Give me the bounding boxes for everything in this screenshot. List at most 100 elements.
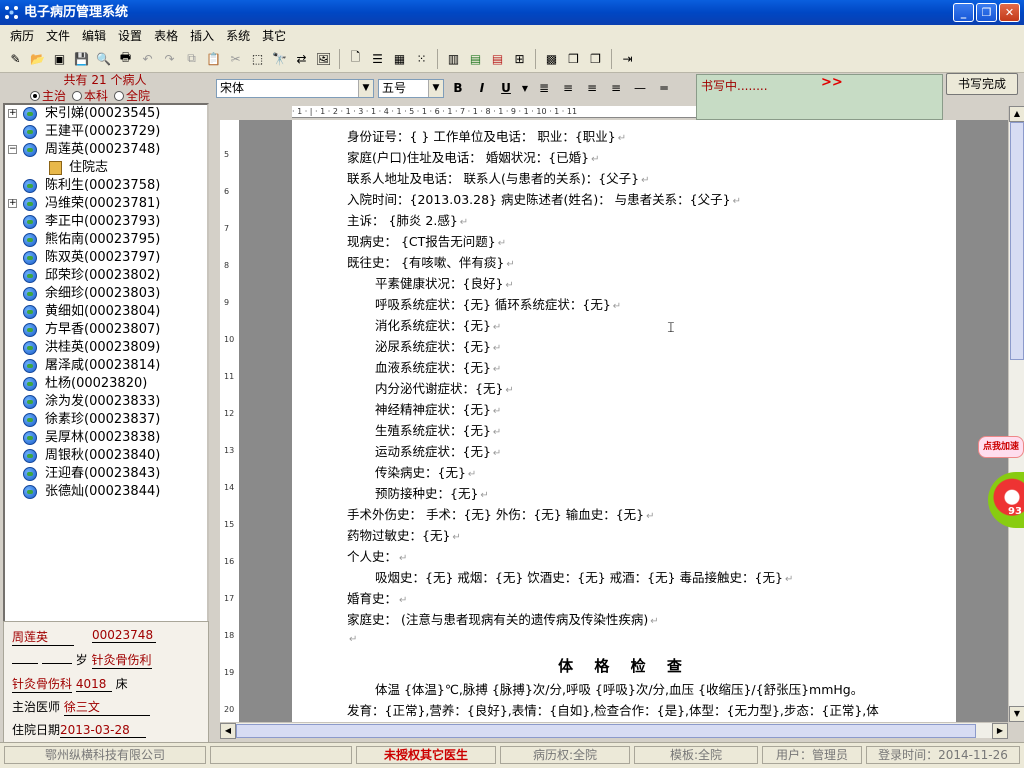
table-grid-icon[interactable]: ▦: [390, 49, 409, 68]
document-line[interactable]: 内分泌代谢症状：{无} ↵: [375, 378, 514, 397]
find-icon[interactable]: 🔭: [270, 49, 289, 68]
page-layout-icon[interactable]: ❒: [564, 49, 583, 68]
line-icon[interactable]: —: [630, 79, 650, 98]
scroll-down-icon[interactable]: ▼: [1009, 706, 1024, 722]
copy-pages-icon[interactable]: ❐: [586, 49, 605, 68]
document-line[interactable]: 神经精神症状：{无} ↵: [375, 399, 501, 418]
patient-tree-item[interactable]: 方早香(00023807): [5, 321, 207, 339]
patient-tree-item[interactable]: 涂为发(00023833): [5, 393, 207, 411]
document-line[interactable]: 生殖系统症状：{无} ↵: [375, 420, 501, 439]
chevron-down-icon[interactable]: ▼: [428, 79, 443, 97]
menu-other[interactable]: 其它: [256, 27, 292, 44]
finish-writing-button[interactable]: 书写完成: [946, 73, 1018, 95]
document-line[interactable]: 吸烟史：{无} 戒烟：{无} 饮酒史：{无} 戒酒：{无} 毒品接触史：{无} ↵: [375, 567, 793, 586]
tree-structure-icon[interactable]: ⊞: [510, 49, 529, 68]
document-line[interactable]: 预防接种史：{无} ↵: [375, 483, 489, 502]
redo-icon[interactable]: ↷: [160, 49, 179, 68]
tree-child-item[interactable]: 住院志: [5, 159, 207, 177]
document-line[interactable]: 消化系统症状：{无} ↵: [375, 315, 501, 334]
patient-tree-item[interactable]: 周银秋(00023840): [5, 447, 207, 465]
patient-tree-item[interactable]: 屠泽咸(00023814): [5, 357, 207, 375]
patient-tree-item[interactable]: + 宋引娣(00023545): [5, 105, 207, 123]
save-as-icon[interactable]: ▣: [50, 49, 69, 68]
new-document-icon[interactable]: 🗋: [346, 49, 365, 68]
patient-tree-item[interactable]: 李正中(00023793): [5, 213, 207, 231]
font-family-select[interactable]: 宋体 ▼: [216, 78, 374, 98]
document-line[interactable]: 家庭史： (注意与患者现病有关的遗传病及传染性疾病) ↵: [347, 609, 659, 628]
exam-line[interactable]: 体温 {体温}℃,脉搏 {脉搏}次/分,呼吸 {呼吸}次/分,血压 {收缩压}/…: [375, 679, 863, 698]
bold-button[interactable]: B: [448, 79, 468, 98]
horizontal-scrollbar[interactable]: ◀ ▶: [220, 722, 1008, 739]
radio-icon[interactable]: [30, 90, 40, 101]
radio-icon[interactable]: [114, 90, 125, 101]
scroll-up-icon[interactable]: ▲: [1009, 106, 1024, 122]
print-preview-icon[interactable]: 🔍: [94, 49, 113, 68]
patient-tree-item[interactable]: 张德灿(00023844): [5, 483, 207, 501]
patient-tree-item[interactable]: + 冯维荣(00023781): [5, 195, 207, 213]
scroll-left-icon[interactable]: ◀: [220, 723, 236, 739]
underline-button[interactable]: U: [496, 79, 516, 98]
menu-settings[interactable]: 设置: [112, 27, 148, 44]
document-line[interactable]: 血液系统症状：{无} ↵: [375, 357, 501, 376]
document-line[interactable]: 泌尿系统症状：{无} ↵: [375, 336, 501, 355]
menu-file[interactable]: 文件: [40, 27, 76, 44]
filter-department[interactable]: 本科: [72, 87, 108, 104]
patient-tree-item[interactable]: 杜杨(00023820): [5, 375, 207, 393]
speedup-label[interactable]: 点我加速: [978, 436, 1024, 458]
exit-icon[interactable]: ⇥: [618, 49, 637, 68]
align-left-icon[interactable]: ≡: [558, 79, 578, 98]
expand-icon[interactable]: +: [8, 109, 17, 118]
speedup-ball-widget[interactable]: 点我加速 93: [978, 436, 1024, 536]
open-folder-icon[interactable]: 📂: [28, 49, 47, 68]
print-icon[interactable]: 🖶: [116, 49, 135, 68]
select-all-icon[interactable]: ⬚: [248, 49, 267, 68]
patient-tree-item[interactable]: 余细珍(00023803): [5, 285, 207, 303]
table-lines-icon[interactable]: ☰: [368, 49, 387, 68]
patient-tree-item[interactable]: 熊佑南(00023795): [5, 231, 207, 249]
italic-button[interactable]: I: [472, 79, 492, 98]
menu-system[interactable]: 系统: [220, 27, 256, 44]
patient-tree[interactable]: + 宋引娣(00023545) 王建平(00023729) − 周莲英(00023748…: [3, 103, 209, 689]
undo-icon[interactable]: ↶: [138, 49, 157, 68]
document-line[interactable]: ↵: [347, 630, 357, 645]
patient-tree-item[interactable]: 吴厚林(00023838): [5, 429, 207, 447]
document-line[interactable]: 传染病史：{无} ↵: [375, 462, 476, 481]
expand-arrows-icon[interactable]: >>: [821, 75, 843, 90]
document-line[interactable]: 入院时间：{2013.03.28} 病史陈述者(姓名)： 与患者关系：{父子} ↵: [347, 189, 741, 208]
exam-line[interactable]: 发育：{正常},营养：{良好},表情：{自如},检查合作：{是},体型：{无力型…: [347, 700, 879, 719]
close-button[interactable]: ✕: [999, 3, 1020, 22]
document-page[interactable]: 体 格 检 查 𝙸 身份证号：{ } 工作单位及电话： 职业：{职业} ↵ 家庭(户…: [292, 120, 956, 722]
align-justify-icon[interactable]: ≣: [534, 79, 554, 98]
expand-icon[interactable]: +: [8, 199, 17, 208]
underline-dropdown[interactable]: ▼: [520, 79, 530, 98]
patient-tree-item[interactable]: 王建平(00023729): [5, 123, 207, 141]
document-line[interactable]: 身份证号：{ } 工作单位及电话： 职业：{职业} ↵: [347, 126, 626, 145]
patient-tree-item[interactable]: 陈双英(00023797): [5, 249, 207, 267]
replace-icon[interactable]: ⇄: [292, 49, 311, 68]
patient-tree-item[interactable]: 陈利生(00023758): [5, 177, 207, 195]
save-icon[interactable]: 💾: [72, 49, 91, 68]
dots-grid-icon[interactable]: ⁙: [412, 49, 431, 68]
document-line[interactable]: 药物过敏史：{无} ↵: [347, 525, 461, 544]
edit-record-icon[interactable]: ✎: [6, 49, 25, 68]
patient-tree-item[interactable]: 洪桂英(00023809): [5, 339, 207, 357]
green-table-icon[interactable]: ▤: [466, 49, 485, 68]
menu-edit[interactable]: 编辑: [76, 27, 112, 44]
vertical-scrollbar[interactable]: ▲ ▼: [1008, 106, 1024, 722]
document-line[interactable]: 联系人地址及电话： 联系人(与患者的关系)：{父子} ↵: [347, 168, 650, 187]
menu-insert[interactable]: 插入: [184, 27, 220, 44]
document-line[interactable]: 手术外伤史： 手术：{无} 外伤：{无} 输血史：{无} ↵: [347, 504, 655, 523]
insert-image-icon[interactable]: 🖼: [314, 49, 333, 68]
filter-attending[interactable]: 主治: [30, 87, 66, 104]
filter-hospital[interactable]: 全院: [114, 87, 150, 104]
paste-icon[interactable]: 📋: [204, 49, 223, 68]
document-line[interactable]: 平素健康状况：{良好} ↵: [375, 273, 514, 292]
menu-record[interactable]: 病历: [4, 27, 40, 44]
double-line-icon[interactable]: ═: [654, 79, 674, 98]
document-line[interactable]: 呼吸系统症状：{无} 循环系统症状：{无} ↵: [375, 294, 621, 313]
document-line[interactable]: 主诉： {肺炎 2.感} ↵: [347, 210, 468, 229]
document-line[interactable]: 家庭(户口)住址及电话： 婚姻状况：{已婚} ↵: [347, 147, 600, 166]
document-line[interactable]: 个人史： ↵: [347, 546, 407, 565]
red-table-icon[interactable]: ▤: [488, 49, 507, 68]
cut-icon[interactable]: ✂: [226, 49, 245, 68]
